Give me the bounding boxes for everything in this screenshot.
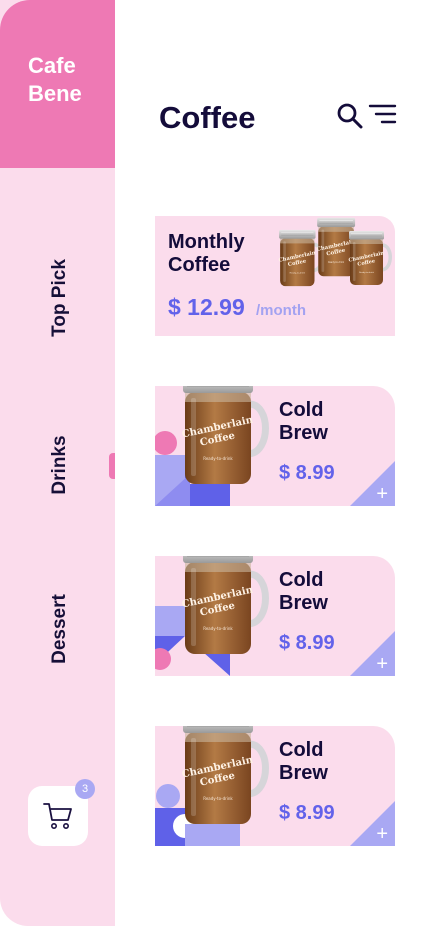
shopping-cart-icon xyxy=(43,803,72,829)
brand-block[interactable]: Cafe Bene xyxy=(0,0,115,168)
sidebar: Cafe Bene Top Pick Drinks Dessert 3 xyxy=(0,0,115,926)
cart-count-badge: 3 xyxy=(75,779,95,799)
monthly-coffee-card[interactable]: Monthly Coffee $ 12.99 /month xyxy=(155,216,395,336)
nav-item-top-pick[interactable]: Top Pick xyxy=(49,259,71,337)
featured-name: Monthly Coffee xyxy=(168,231,245,276)
menu-icon xyxy=(368,104,397,124)
product-card[interactable]: Cold Brew $ 8.99 + xyxy=(155,386,395,506)
plus-icon[interactable]: + xyxy=(376,824,388,844)
cold-brew-jar-image xyxy=(179,726,275,826)
product-price: $ 8.99 xyxy=(279,462,335,484)
active-nav-indicator xyxy=(109,453,115,479)
featured-price: $ 12.99 xyxy=(168,294,245,320)
product-card[interactable]: Cold Brew $ 8.99 + xyxy=(155,556,395,676)
product-name: Cold Brew xyxy=(279,569,328,614)
nav-item-drinks[interactable]: Drinks xyxy=(49,435,71,494)
product-name: Cold Brew xyxy=(279,399,328,444)
product-name: Cold Brew xyxy=(279,739,328,784)
cold-brew-jar-image xyxy=(179,556,275,656)
coffee-jars-image xyxy=(277,216,395,336)
plus-icon[interactable]: + xyxy=(376,654,388,674)
cold-brew-jar-image xyxy=(179,386,275,486)
page-title: Coffee xyxy=(159,100,256,135)
product-price: $ 8.99 xyxy=(279,802,335,824)
product-price: $ 8.99 xyxy=(279,632,335,654)
search-button[interactable] xyxy=(336,102,364,130)
search-icon xyxy=(337,103,363,129)
brand-name: Cafe Bene xyxy=(28,53,82,106)
plus-icon[interactable]: + xyxy=(376,484,388,504)
menu-button[interactable] xyxy=(368,103,398,127)
product-card[interactable]: Cold Brew $ 8.99 + xyxy=(155,726,395,846)
nav-item-dessert[interactable]: Dessert xyxy=(49,594,71,664)
